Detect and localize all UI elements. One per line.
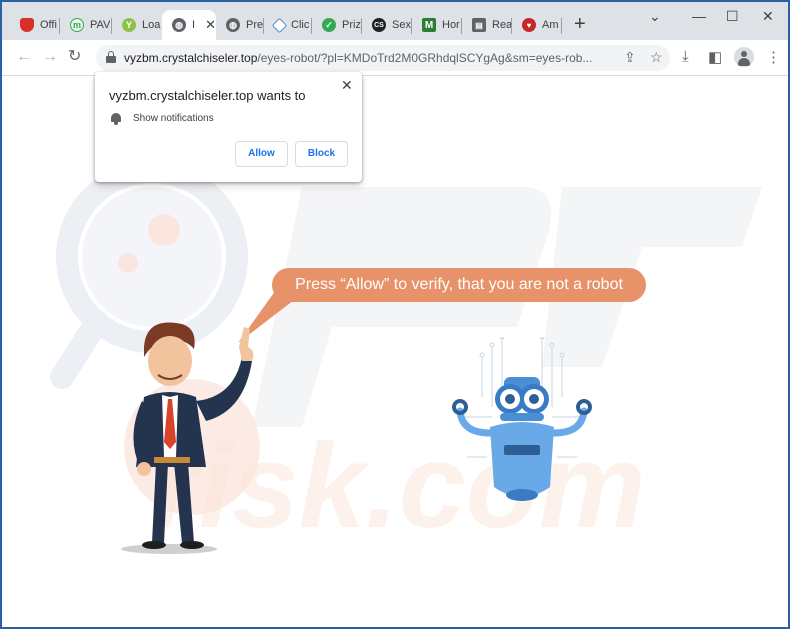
tab-6[interactable]: Clic [264,10,312,40]
browser-window: Offi m PAV Y Loa ◍ I ✕ ◍ Pre Clic ✓ Priz… [0,0,790,629]
url-text[interactable]: vyzbm.crystalchiseler.top/eyes-robot/?pl… [124,51,608,65]
tab-active[interactable]: ◍ I ✕ [162,10,216,40]
tab-3[interactable]: Y Loa [112,10,162,40]
forward-button[interactable]: → [42,48,58,66]
minimize-button[interactable]: — [692,8,706,24]
close-tab-icon[interactable]: ✕ [205,17,216,33]
reader-icon: ▤ [472,18,486,32]
shield-icon [20,18,34,32]
tab-8[interactable]: CS Sex [362,10,412,40]
tab-5[interactable]: ◍ Pre [216,10,264,40]
lynx-icon: m [70,18,84,32]
allow-button[interactable]: Allow [235,141,288,167]
cs-icon: CS [372,18,386,32]
lock-icon[interactable] [106,51,116,63]
close-window-button[interactable]: ✕ [762,8,774,25]
tab-title: Offi [40,19,57,31]
profile-avatar-icon[interactable] [734,47,754,67]
tab-title: Priz [342,19,361,31]
tab-10[interactable]: ▤ Rea [462,10,512,40]
block-button[interactable]: Block [295,141,348,167]
url-host: vyzbm.crystalchiseler.top [124,51,258,65]
tab-strip: Offi m PAV Y Loa ◍ I ✕ ◍ Pre Clic ✓ Priz… [2,2,788,40]
maximize-button[interactable]: ☐ [726,8,739,25]
businessman-illustration [121,322,254,554]
permission-label: Show notifications [133,113,214,124]
side-panel-icon[interactable]: ◧ [708,48,722,66]
bell-icon [110,113,122,125]
tab-11[interactable]: ♥ Am [512,10,562,40]
new-tab-button[interactable]: + [574,14,586,34]
tab-2[interactable]: m PAV [60,10,112,40]
y-circle-icon: Y [122,18,136,32]
reload-button[interactable]: ↻ [68,48,81,66]
tab-title: Am [542,19,559,31]
tab-title: Rea [492,19,512,31]
notification-permission-prompt: vyzbm.crystalchiseler.top wants to ✕ Sho… [95,72,362,182]
globe-icon: ◍ [226,18,240,32]
share-icon[interactable]: ⇪ [624,49,636,66]
diamond-icon [271,17,288,33]
m-icon: M [422,18,436,32]
tab-title: I [192,19,196,31]
tab-title: Sex [392,19,411,31]
back-button[interactable]: ← [16,48,32,66]
globe-icon: ◍ [172,18,186,32]
tab-9[interactable]: M Hor [412,10,462,40]
tab-1[interactable]: Offi [10,10,60,40]
bookmark-star-icon[interactable]: ☆ [650,49,663,66]
check-circle-icon: ✓ [322,18,336,32]
close-icon[interactable]: ✕ [341,77,353,94]
tab-title: Hor [442,19,460,31]
tab-title: Loa [142,19,161,31]
tab-title: PAV [90,19,110,31]
menu-kebab-icon[interactable]: ⋮ [766,48,781,66]
heart-icon: ♥ [522,18,536,32]
tab-7[interactable]: ✓ Priz [312,10,362,40]
browser-toolbar: ← → ↻ vyzbm.crystalchiseler.top/eyes-rob… [2,40,788,76]
tab-title: Clic [291,19,310,31]
tab-title: Pre [246,19,264,31]
tab-search-icon[interactable]: ⌄ [649,8,661,25]
url-path: /eyes-robot/?pl=KMDoTrd2M0GRhdqlSCYgAg&s… [257,51,593,65]
robot-illustration [452,337,592,501]
download-icon[interactable]: ⤓ [682,48,689,65]
speech-bubble: Press “Allow” to verify, that you are no… [272,268,646,302]
prompt-title: vyzbm.crystalchiseler.top wants to [109,88,306,103]
address-bar[interactable]: vyzbm.crystalchiseler.top/eyes-robot/?pl… [96,45,670,71]
